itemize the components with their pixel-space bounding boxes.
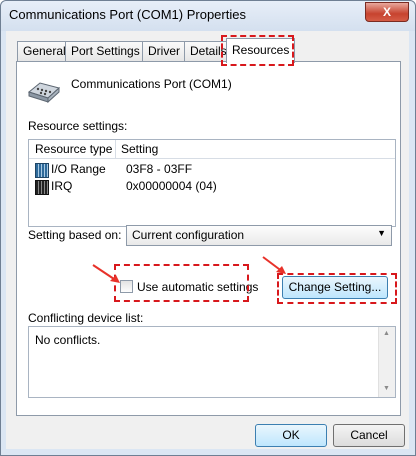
- resource-setting: 0x00000004 (04): [126, 179, 217, 193]
- change-setting-highlight: [277, 273, 397, 304]
- conflicting-devices-list[interactable]: No conflicts. ▲ ▼: [28, 326, 396, 398]
- io-range-icon: [35, 163, 49, 178]
- table-row[interactable]: I/O Range 03F8 - 03FF: [29, 162, 395, 178]
- title-bar: Communications Port (COM1) Properties X: [1, 1, 415, 31]
- resource-type: IRQ: [51, 179, 73, 193]
- tab-driver[interactable]: Driver: [142, 41, 186, 61]
- scroll-down-icon[interactable]: ▼: [383, 385, 390, 392]
- tab-general[interactable]: General: [17, 41, 72, 61]
- column-setting[interactable]: Setting: [121, 142, 158, 156]
- column-divider: [115, 140, 116, 158]
- scroll-up-icon[interactable]: ▲: [383, 330, 390, 337]
- window-title: Communications Port (COM1) Properties: [9, 7, 246, 22]
- table-header: Resource type Setting: [29, 140, 395, 159]
- auto-settings-highlight: [114, 264, 249, 302]
- ok-button[interactable]: OK: [255, 424, 327, 447]
- table-row[interactable]: IRQ 0x00000004 (04): [29, 179, 395, 195]
- irq-icon: [35, 180, 49, 195]
- resource-table[interactable]: Resource type Setting I/O Range 03F8 - 0…: [28, 139, 396, 227]
- configuration-value: Current configuration: [132, 228, 245, 242]
- properties-dialog: Communications Port (COM1) Properties X …: [0, 0, 416, 456]
- device-name: Communications Port (COM1): [71, 77, 232, 91]
- column-resource-type[interactable]: Resource type: [35, 142, 112, 156]
- chevron-down-icon: ▼: [377, 228, 386, 238]
- close-button[interactable]: X: [365, 2, 409, 22]
- resource-settings-label: Resource settings:: [28, 119, 128, 133]
- resources-tab-highlight: [221, 35, 294, 66]
- resource-type: I/O Range: [51, 162, 106, 176]
- tab-port-settings[interactable]: Port Settings: [65, 41, 146, 61]
- pointer-arrow-icon: [262, 256, 286, 274]
- pointer-arrow-icon: [92, 264, 120, 283]
- conflicting-devices-label: Conflicting device list:: [28, 311, 144, 325]
- resource-setting: 03F8 - 03FF: [126, 162, 193, 176]
- vertical-scrollbar[interactable]: ▲ ▼: [378, 327, 395, 397]
- cancel-button[interactable]: Cancel: [333, 424, 405, 447]
- dialog-body: General Port Settings Driver Details Res…: [6, 31, 409, 449]
- serial-port-icon: [27, 82, 61, 104]
- setting-based-on-label: Setting based on:: [28, 228, 122, 242]
- conflict-status-text: No conflicts.: [35, 333, 101, 347]
- configuration-select[interactable]: Current configuration ▼: [126, 225, 392, 246]
